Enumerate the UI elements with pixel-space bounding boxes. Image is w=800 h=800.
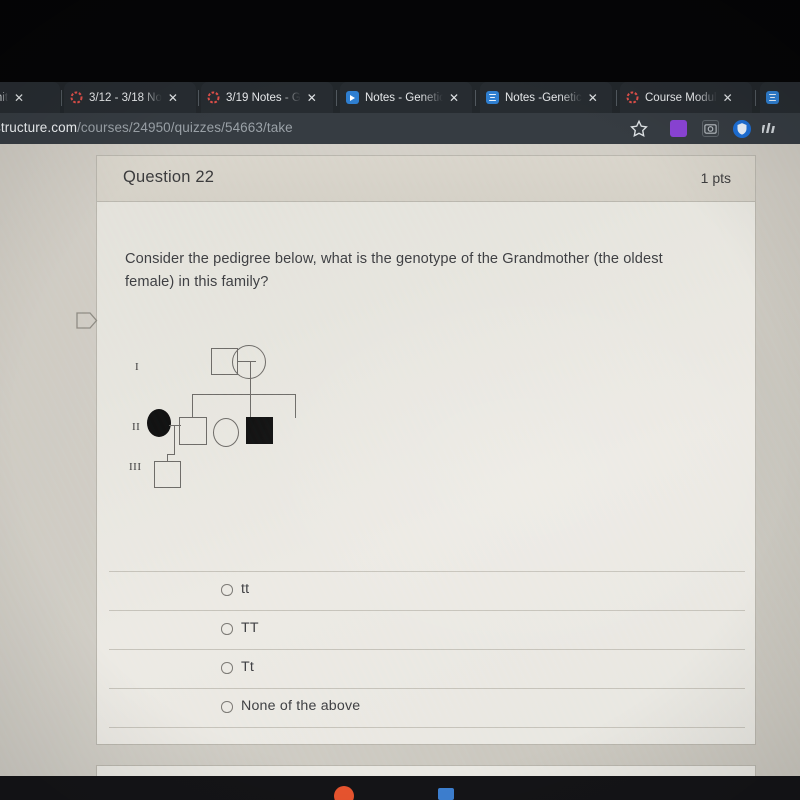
browser-tab-4-close-icon[interactable]: ✕ — [588, 92, 598, 104]
browser-tab-3-label: Notes - Genetic — [365, 91, 443, 104]
browser-tab-5-close-icon[interactable]: ✕ — [723, 92, 733, 104]
browser-tab-2-label: 3/19 Notes - G — [226, 91, 301, 104]
canvas-ring-icon — [626, 91, 639, 104]
browser-tab-2-close-icon[interactable]: ✕ — [307, 92, 317, 104]
pedigree-diagram: I II III — [121, 336, 321, 488]
generation-label-I: I — [135, 361, 140, 373]
sibline-son — [192, 394, 194, 418]
option-label-3: None of the above — [241, 698, 361, 714]
url-path: /courses/24950/quizzes/54663/take — [77, 120, 293, 135]
tab-separator — [61, 90, 62, 106]
question-text: Consider the pedigree below, what is the… — [125, 251, 663, 290]
browser-tab-3[interactable]: Notes - Genetic ✕ — [340, 82, 472, 113]
browser-tab-0[interactable]: 2 Unit ✕ — [0, 82, 60, 113]
sibline-affected-son — [295, 394, 297, 418]
option-list-bottom-divider — [109, 727, 745, 734]
taskbar-app-icon-orange[interactable] — [334, 786, 354, 800]
generation-label-III: III — [129, 461, 142, 473]
mating-line-gen1 — [238, 361, 256, 363]
answer-options: tt TT Tt None of the above — [109, 571, 745, 734]
taskbar-app-icon-blue[interactable] — [438, 788, 454, 800]
option-label-2: Tt — [241, 659, 255, 675]
url-domain: structure.com — [0, 120, 78, 135]
browser-page: Question 22 1 pts Consider the pedigree … — [0, 144, 800, 787]
pedigree-II-4-square-filled — [246, 417, 273, 444]
sibship-line-gen2 — [192, 394, 296, 396]
descent-line-gen2 — [174, 425, 176, 454]
star-icon[interactable] — [628, 118, 650, 140]
question-card: Question 22 1 pts Consider the pedigree … — [96, 155, 756, 745]
generation-label-II: II — [132, 421, 141, 433]
browser-tab-6[interactable] — [760, 82, 800, 113]
tab-separator — [616, 90, 617, 106]
option-label-1: TT — [241, 620, 259, 636]
browser-tab-0-close-icon[interactable]: ✕ — [14, 92, 24, 104]
tab-separator — [755, 90, 756, 106]
browser-tab-5-label: Course Modul — [645, 91, 717, 104]
canvas-ring-icon — [207, 91, 220, 104]
flag-outline-icon[interactable] — [76, 312, 98, 329]
pedigree-II-3-circle-unfilled — [213, 418, 239, 447]
docs-icon — [486, 91, 499, 104]
drive-video-icon — [346, 91, 359, 104]
option-row-2[interactable]: Tt — [109, 649, 745, 688]
screenshot-extension-icon[interactable] — [702, 120, 719, 137]
question-header: Question 22 1 pts — [97, 156, 755, 202]
browser-tab-3-close-icon[interactable]: ✕ — [449, 92, 459, 104]
browser-tab-1-close-icon[interactable]: ✕ — [168, 92, 178, 104]
pedigree-III-1-square-unfilled — [154, 461, 181, 488]
canvas-ring-icon — [70, 91, 83, 104]
os-taskbar — [0, 776, 800, 800]
pedigree-II-2-square-unfilled — [179, 417, 207, 445]
sibline-daughter — [250, 394, 252, 418]
radio-option-1[interactable] — [221, 623, 233, 635]
browser-tab-5[interactable]: Course Modul ✕ — [620, 82, 752, 113]
browser-tab-4-label: Notes -Genetic — [505, 91, 582, 104]
option-row-1[interactable]: TT — [109, 610, 745, 649]
browser-tab-1[interactable]: 3/12 - 3/18 No ✕ — [64, 82, 196, 113]
puzzle-extension-icon[interactable] — [670, 120, 687, 137]
browser-tab-4[interactable]: Notes -Genetic ✕ — [480, 82, 612, 113]
option-label-0: tt — [241, 581, 250, 597]
descent-line-gen1 — [250, 361, 252, 394]
tab-separator — [336, 90, 337, 106]
option-row-0[interactable]: tt — [109, 571, 745, 610]
option-row-3[interactable]: None of the above — [109, 688, 745, 727]
sibship-line-gen3 — [167, 454, 175, 456]
bars-extension-icon[interactable] — [761, 119, 780, 137]
browser-tab-0-label: 2 Unit — [0, 91, 9, 104]
question-title: Question 22 — [123, 168, 215, 186]
docs-icon — [766, 91, 779, 104]
browser-tab-1-label: 3/12 - 3/18 No — [89, 91, 162, 104]
tab-separator — [475, 90, 476, 106]
radio-option-2[interactable] — [221, 662, 233, 674]
url-text: structure.com/courses/24950/quizzes/5466… — [0, 120, 293, 135]
screenshot-root: 2 Unit ✕ 3/12 - 3/18 No ✕ 3/19 Notes - G… — [0, 0, 800, 800]
radio-option-3[interactable] — [221, 701, 233, 713]
pedigree-II-1-circle-filled — [147, 409, 171, 437]
shield-extension-icon[interactable] — [733, 120, 751, 138]
question-points: 1 pts — [700, 170, 731, 186]
browser-tab-2[interactable]: 3/19 Notes - G ✕ — [201, 82, 333, 113]
radio-option-0[interactable] — [221, 584, 233, 596]
tab-separator — [198, 90, 199, 106]
